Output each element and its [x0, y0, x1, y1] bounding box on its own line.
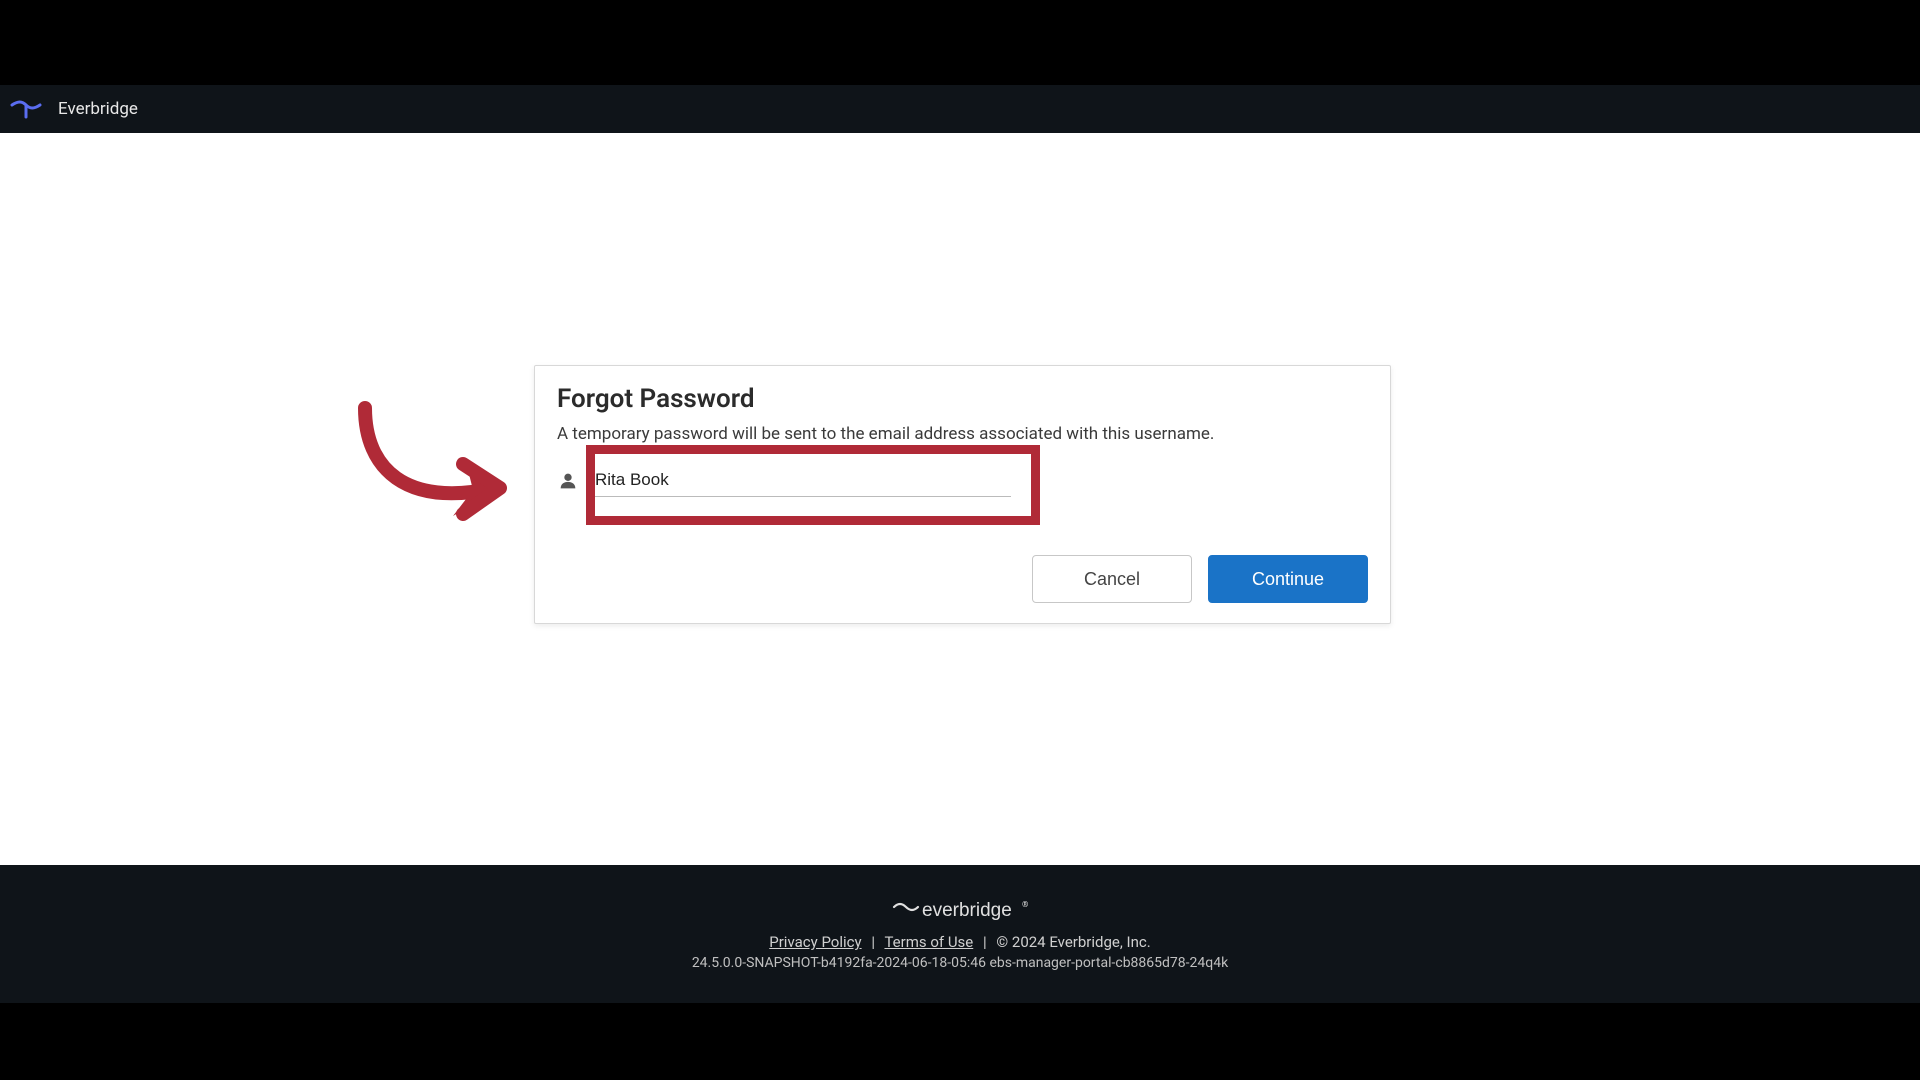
annotation-arrow-icon	[345, 388, 545, 548]
top-letterbox	[0, 0, 1920, 85]
svg-text:®: ®	[1022, 900, 1028, 909]
footer-links: Privacy Policy | Terms of Use | © 2024 E…	[769, 933, 1150, 951]
content-area: Forgot Password A temporary password wil…	[0, 133, 1920, 865]
svg-text:everbridge: everbridge	[922, 900, 1012, 921]
privacy-policy-link[interactable]: Privacy Policy	[769, 933, 861, 951]
everbridge-logo-icon	[8, 91, 44, 127]
footer-logo: everbridge ®	[890, 897, 1030, 927]
username-input[interactable]	[591, 464, 1011, 497]
footer-copyright: © 2024 Everbridge, Inc.	[996, 933, 1150, 951]
username-row	[557, 464, 1368, 497]
dialog-subtitle: A temporary password will be sent to the…	[557, 424, 1368, 444]
app-footer: everbridge ® Privacy Policy | Terms of U…	[0, 865, 1920, 1003]
dialog-buttons: Cancel Continue	[557, 555, 1368, 603]
footer-separator: |	[871, 933, 875, 951]
terms-of-use-link[interactable]: Terms of Use	[884, 933, 973, 951]
dialog-title: Forgot Password	[557, 384, 1368, 414]
app-header: Everbridge	[0, 85, 1920, 133]
brand-name: Everbridge	[58, 99, 138, 119]
forgot-password-dialog: Forgot Password A temporary password wil…	[534, 365, 1391, 624]
footer-build-info: 24.5.0.0-SNAPSHOT-b4192fa-2024-06-18-05:…	[692, 955, 1228, 971]
user-icon	[557, 470, 579, 492]
bottom-letterbox	[0, 1003, 1920, 1080]
cancel-button[interactable]: Cancel	[1032, 555, 1192, 603]
continue-button[interactable]: Continue	[1208, 555, 1368, 603]
footer-separator: |	[983, 933, 987, 951]
